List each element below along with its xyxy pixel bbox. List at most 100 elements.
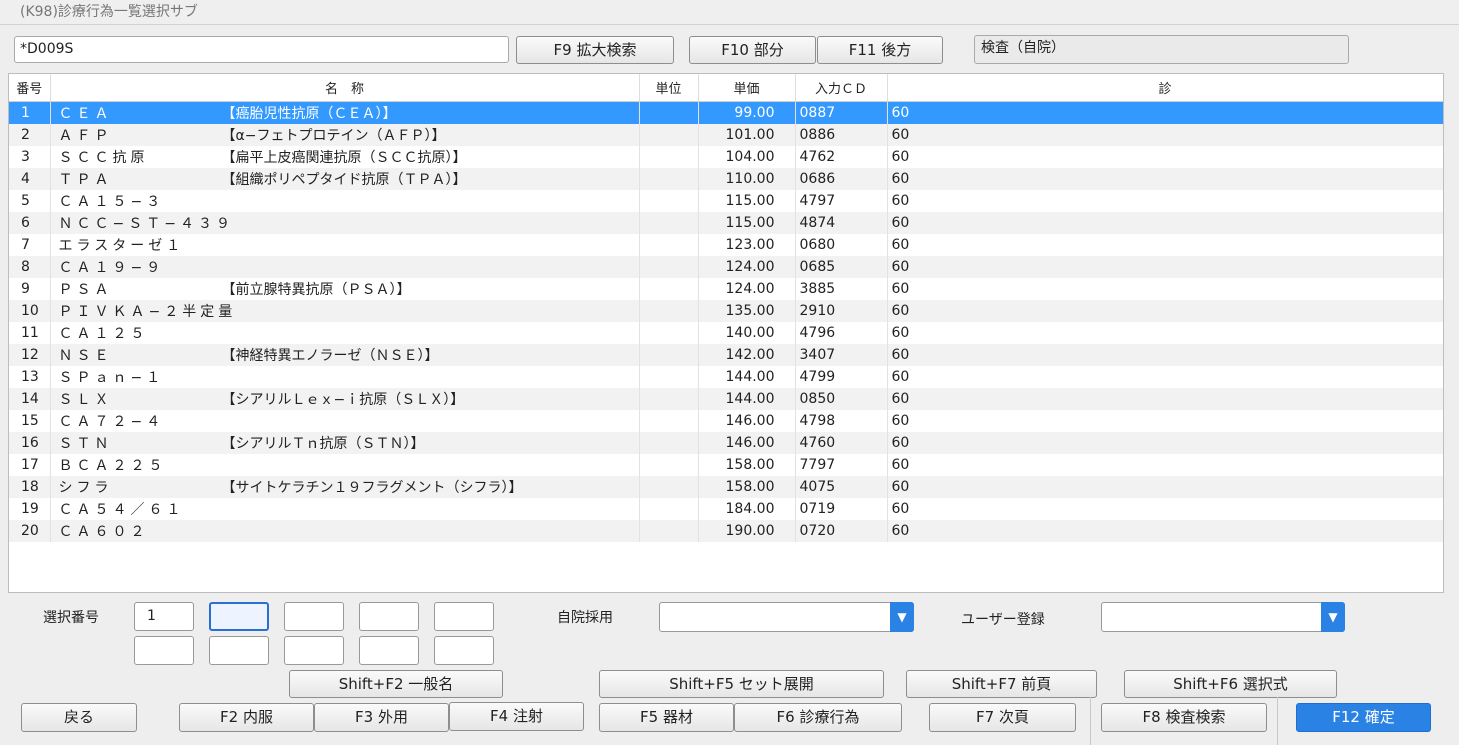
back-button[interactable]: 戻る bbox=[21, 703, 137, 732]
row-name-full: 【サイトケラチン１９フラグメント（シフラ）】 bbox=[221, 480, 523, 496]
col-header-name[interactable]: 名 称 bbox=[50, 74, 640, 102]
row-name-short: ＳＰａｎ−１ bbox=[58, 370, 165, 386]
table-row[interactable]: 10 ＰＩＶＫＡ−２半定量 135.00 2910 60 bbox=[9, 300, 1443, 322]
table-row[interactable]: 5 ＣＡ１５−３ 115.00 4797 60 bbox=[9, 190, 1443, 212]
table-row[interactable]: 7 エラスターゼ１ 123.00 0680 60 bbox=[9, 234, 1443, 256]
row-unit bbox=[639, 190, 699, 212]
f3-external-button[interactable]: F3 外用 bbox=[314, 703, 449, 732]
row-number: 1 bbox=[9, 101, 51, 124]
col-header-price[interactable]: 単価 bbox=[698, 74, 796, 102]
row-name: ＡＦＰ 【α−フェトプロテイン（ＡＦＰ）】 bbox=[50, 124, 640, 146]
row-name: ＴＰＡ 【組織ポリペプタイド抗原（ＴＰＡ）】 bbox=[50, 168, 640, 190]
shift-f2-generic-name-button[interactable]: Shift+F2 一般名 bbox=[289, 670, 503, 698]
row-input-cd: 4796 bbox=[795, 322, 888, 344]
table-row[interactable]: 9 ＰＳＡ 【前立腺特異抗原（ＰＳＡ）】 124.00 3885 60 bbox=[9, 278, 1443, 300]
table-row[interactable]: 19 ＣＡ５４／６１ 184.00 0719 60 bbox=[9, 498, 1443, 520]
row-unit bbox=[639, 124, 699, 146]
selection-input-7[interactable] bbox=[209, 636, 269, 665]
f12-confirm-button[interactable]: F12 確定 bbox=[1296, 703, 1431, 732]
f6-procedures-button[interactable]: F6 診療行為 bbox=[734, 703, 902, 732]
row-input-cd: 0850 bbox=[795, 388, 888, 410]
row-name-full: 【神経特異エノラーゼ（ＮＳＥ）】 bbox=[221, 348, 439, 364]
row-price: 115.00 bbox=[698, 212, 796, 234]
table-row[interactable]: 14 ＳＬＸ 【シアリルＬｅｘ−ｉ抗原（ＳＬＸ）】 144.00 0850 60 bbox=[9, 388, 1443, 410]
selection-input-10[interactable] bbox=[434, 636, 494, 665]
f10-partial-button[interactable]: F10 部分 bbox=[689, 36, 816, 64]
row-price: 135.00 bbox=[698, 300, 796, 322]
f7-next-page-button[interactable]: F7 次頁 bbox=[929, 703, 1076, 732]
table-row[interactable]: 4 ＴＰＡ 【組織ポリペプタイド抗原（ＴＰＡ）】 110.00 0686 60 bbox=[9, 168, 1443, 190]
row-shin: 60 bbox=[887, 190, 1443, 212]
chevron-down-icon[interactable]: ▼ bbox=[1321, 602, 1345, 632]
row-input-cd: 0686 bbox=[795, 168, 888, 190]
table-row[interactable]: 8 ＣＡ１９−９ 124.00 0685 60 bbox=[9, 256, 1443, 278]
row-shin: 60 bbox=[887, 212, 1443, 234]
f9-expand-search-button[interactable]: F9 拡大検索 bbox=[516, 36, 674, 64]
row-number: 20 bbox=[9, 520, 51, 542]
table-row[interactable]: 16 ＳＴＮ 【シアリルＴｎ抗原（ＳＴＮ）】 146.00 4760 60 bbox=[9, 432, 1443, 454]
selection-input-2[interactable] bbox=[209, 602, 269, 631]
col-header-input-cd[interactable]: 入力ＣＤ bbox=[795, 74, 888, 102]
row-price: 190.00 bbox=[698, 520, 796, 542]
shift-f7-prev-page-button[interactable]: Shift+F7 前頁 bbox=[906, 670, 1097, 698]
table-row[interactable]: 1 ＣＥＡ 【癌胎児性抗原（ＣＥＡ）】 99.00 0887 60 bbox=[9, 101, 1443, 124]
row-name: ＣＡ５４／６１ bbox=[50, 498, 640, 520]
shift-f6-selection-formula-button[interactable]: Shift+F6 選択式 bbox=[1124, 670, 1337, 698]
row-name: ＣＡ１９−９ bbox=[50, 256, 640, 278]
table-row[interactable]: 15 ＣＡ７２−４ 146.00 4798 60 bbox=[9, 410, 1443, 432]
row-number: 3 bbox=[9, 146, 51, 168]
table-row[interactable]: 13 ＳＰａｎ−１ 144.00 4799 60 bbox=[9, 366, 1443, 388]
selection-input-5[interactable] bbox=[434, 602, 494, 631]
row-shin: 60 bbox=[887, 454, 1443, 476]
row-name-short: ＣＡ７２−４ bbox=[58, 414, 165, 430]
table-row[interactable]: 17 ＢＣＡ２２５ 158.00 7797 60 bbox=[9, 454, 1443, 476]
search-input[interactable]: *D009S bbox=[14, 36, 509, 63]
table-row[interactable]: 18 シフラ 【サイトケラチン１９フラグメント（シフラ）】 158.00 4075 60 bbox=[9, 476, 1443, 498]
user-registration-label: ユーザー登録 bbox=[961, 612, 1045, 628]
shift-f5-set-expand-button[interactable]: Shift+F5 セット展開 bbox=[599, 670, 884, 698]
divider bbox=[1090, 697, 1091, 745]
col-header-shin[interactable]: 診 bbox=[887, 74, 1443, 102]
row-name: ＣＡ７２−４ bbox=[50, 410, 640, 432]
row-name-short: エラスターゼ１ bbox=[58, 238, 185, 254]
row-name-full: 【組織ポリペプタイド抗原（ＴＰＡ）】 bbox=[221, 172, 467, 188]
user-registration-select[interactable]: ▼ bbox=[1101, 602, 1345, 632]
f5-materials-button[interactable]: F5 器材 bbox=[599, 703, 734, 732]
row-unit bbox=[639, 168, 699, 190]
f4-injection-button[interactable]: F4 注射 bbox=[449, 702, 584, 731]
table-row[interactable]: 11 ＣＡ１２５ 140.00 4796 60 bbox=[9, 322, 1443, 344]
row-name-short: シフラ bbox=[58, 480, 113, 496]
table-row[interactable]: 2 ＡＦＰ 【α−フェトプロテイン（ＡＦＰ）】 101.00 0886 60 bbox=[9, 124, 1443, 146]
row-name: ＣＡ１５−３ bbox=[50, 190, 640, 212]
jiin-adoption-select[interactable]: ▼ bbox=[659, 602, 914, 632]
row-shin: 60 bbox=[887, 498, 1443, 520]
row-price: 146.00 bbox=[698, 410, 796, 432]
f11-backward-button[interactable]: F11 後方 bbox=[817, 36, 943, 64]
procedure-list-grid[interactable]: 番号 名 称 単位 単価 入力ＣＤ 診 1 ＣＥＡ 【癌胎児性抗原（ＣＥＡ）】 99.… bbox=[8, 73, 1444, 593]
row-number: 8 bbox=[9, 256, 51, 278]
col-header-number[interactable]: 番号 bbox=[9, 74, 51, 102]
chevron-down-icon[interactable]: ▼ bbox=[890, 602, 914, 632]
f8-test-search-button[interactable]: F8 検査検索 bbox=[1101, 703, 1267, 732]
row-input-cd: 0720 bbox=[795, 520, 888, 542]
title-bar: (K98)診療行為一覧選択サブ bbox=[0, 0, 1459, 25]
table-row[interactable]: 20 ＣＡ６０２ 190.00 0720 60 bbox=[9, 520, 1443, 542]
table-row[interactable]: 6 ＮＣＣ−ＳＴ−４３９ 115.00 4874 60 bbox=[9, 212, 1443, 234]
table-row[interactable]: 3 ＳＣＣ抗原 【扁平上皮癌関連抗原（ＳＣＣ抗原）】 104.00 4762 60 bbox=[9, 146, 1443, 168]
row-name-short: ＣＡ６０２ bbox=[58, 524, 149, 540]
row-input-cd: 4799 bbox=[795, 366, 888, 388]
row-unit bbox=[639, 146, 699, 168]
table-row[interactable]: 12 ＮＳＥ 【神経特異エノラーゼ（ＮＳＥ）】 142.00 3407 60 bbox=[9, 344, 1443, 366]
row-name: ＣＡ１２５ bbox=[50, 322, 640, 344]
row-name-short: ＣＡ１５−３ bbox=[58, 194, 165, 210]
selection-input-9[interactable] bbox=[359, 636, 419, 665]
col-header-unit[interactable]: 単位 bbox=[639, 74, 699, 102]
f2-oral-button[interactable]: F2 内服 bbox=[179, 703, 314, 732]
selection-input-3[interactable] bbox=[284, 602, 344, 631]
selection-input-4[interactable] bbox=[359, 602, 419, 631]
row-input-cd: 0887 bbox=[795, 101, 888, 124]
selection-input-8[interactable] bbox=[284, 636, 344, 665]
selection-input-6[interactable] bbox=[134, 636, 194, 665]
selection-input-1[interactable]: 1 bbox=[134, 602, 194, 631]
row-number: 7 bbox=[9, 234, 51, 256]
